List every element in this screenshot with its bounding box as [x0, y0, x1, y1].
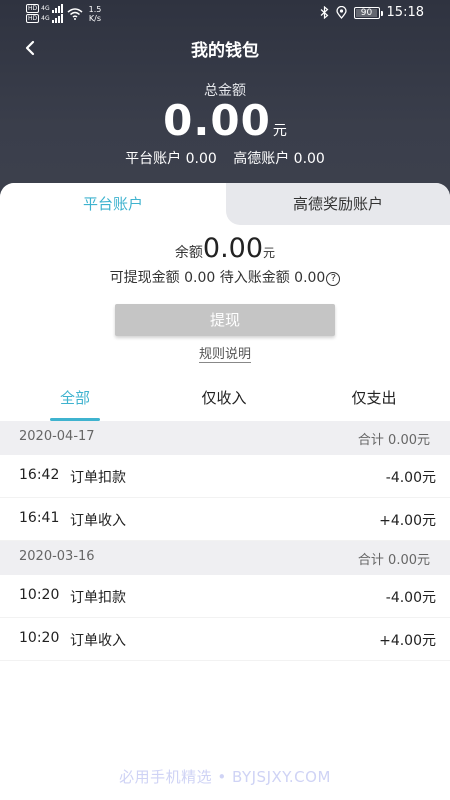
- tab-gaode-reward-account[interactable]: 高德奖励账户: [226, 183, 450, 225]
- platform-account-balance: 平台账户 0.00: [125, 151, 217, 167]
- battery-level: 90: [360, 7, 373, 18]
- signal-icon: [51, 14, 63, 23]
- date-group-header: 2020-04-17 合计 0.00元: [0, 421, 450, 455]
- account-tabs: 平台账户 高德奖励账户: [0, 183, 450, 225]
- transaction-amount: +4.00元: [379, 633, 436, 649]
- transaction-row[interactable]: 16:41 订单收入 +4.00元: [0, 498, 450, 541]
- transaction-amount: -4.00元: [385, 590, 436, 606]
- filter-tabs: 全部 仅收入 仅支出: [0, 383, 450, 421]
- network-speed: 1.5 K/s: [89, 5, 102, 23]
- help-icon[interactable]: ?: [326, 272, 341, 286]
- tab-all-label: 全部: [59, 389, 90, 407]
- transaction-description: 订单扣款: [70, 590, 126, 606]
- transaction-description: 订单扣款: [70, 470, 126, 486]
- sim1-indicator: HD 4G: [26, 4, 63, 13]
- transaction-row[interactable]: 16:42 订单扣款 -4.00元: [0, 455, 450, 498]
- group-total: 合计 0.00元: [357, 553, 430, 568]
- tab-all[interactable]: 全部: [27, 383, 123, 421]
- total-amount: 0.00 元: [0, 96, 450, 145]
- sub-account-balances: 平台账户 0.00 高德账户 0.00: [0, 148, 450, 168]
- balance-display: 余额0.00元: [0, 233, 450, 264]
- gaode-account-balance: 高德账户 0.00: [233, 151, 325, 167]
- transaction-time: 10:20: [19, 630, 60, 646]
- transaction-description: 订单收入: [70, 513, 126, 529]
- status-right: 90 15:18: [320, 5, 424, 20]
- date-group-header: 2020-03-16 合计 0.00元: [0, 541, 450, 575]
- transaction-amount: -4.00元: [385, 470, 436, 486]
- network-speed-unit: K/s: [88, 13, 102, 23]
- bluetooth-icon: [320, 6, 328, 19]
- sim2-network-label: 4G: [41, 15, 50, 22]
- withdraw-button[interactable]: 提现: [115, 304, 335, 336]
- wifi-icon: [67, 7, 83, 20]
- balance-label: 余额: [174, 245, 203, 261]
- group-date: 2020-03-16: [19, 549, 95, 564]
- transaction-amount: +4.00元: [379, 513, 436, 529]
- rules-link[interactable]: 规则说明: [198, 347, 251, 363]
- transaction-time: 16:42: [19, 467, 60, 483]
- total-amount-value: 0.00: [163, 96, 271, 145]
- tab-platform-account[interactable]: 平台账户: [0, 183, 226, 225]
- signal-icon: [51, 4, 63, 13]
- balance-unit: 元: [263, 246, 276, 260]
- transaction-row[interactable]: 10:20 订单扣款 -4.00元: [0, 575, 450, 618]
- status-left: HD 4G HD 4G 1.5 K/s: [26, 4, 101, 23]
- account-card: 平台账户 高德奖励账户 余额0.00元 可提现金额 0.00 待入账金额 0.0…: [0, 183, 450, 663]
- sim1-hd-badge: HD: [26, 4, 40, 13]
- tab-income-only[interactable]: 仅收入: [176, 383, 272, 421]
- tab-income-only-label: 仅收入: [201, 389, 247, 407]
- transaction-list: 2020-04-17 合计 0.00元 16:42 订单扣款 -4.00元 16…: [0, 421, 450, 661]
- sim1-network-label: 4G: [41, 5, 50, 12]
- withdrawable-amount: 可提现金额 0.00: [109, 270, 216, 286]
- pending-amount: 待入账金额 0.00: [219, 270, 326, 286]
- transaction-time: 16:41: [19, 510, 60, 526]
- battery-icon: 90: [353, 6, 383, 19]
- nav-bar: 我的钱包: [0, 26, 450, 68]
- page-title: 我的钱包: [191, 41, 259, 61]
- sim-indicators: HD 4G HD 4G: [26, 4, 63, 23]
- transaction-time: 10:20: [19, 587, 60, 603]
- tab-expense-only[interactable]: 仅支出: [326, 383, 422, 421]
- total-amount-unit: 元: [272, 123, 287, 139]
- transaction-row[interactable]: 10:20 订单收入 +4.00元: [0, 618, 450, 661]
- status-time: 15:18: [386, 5, 424, 20]
- sim2-indicator: HD 4G: [26, 14, 63, 23]
- wallet-header: HD 4G HD 4G 1.5 K/s 90 15:18 我的钱包 总金额 0.…: [0, 0, 450, 210]
- rules-description: 规则说明: [0, 343, 450, 363]
- balance-value: 0.00: [202, 233, 264, 264]
- group-date: 2020-04-17: [19, 429, 95, 444]
- transaction-description: 订单收入: [70, 633, 126, 649]
- status-bar: HD 4G HD 4G 1.5 K/s 90 15:18: [0, 0, 450, 26]
- group-total: 合计 0.00元: [357, 433, 430, 448]
- sim2-hd-badge: HD: [26, 14, 40, 23]
- location-icon: [335, 6, 347, 19]
- balance-details: 可提现金额 0.00 待入账金额 0.00?: [0, 267, 450, 287]
- watermark: 必用手机精选 • BYJSJXY.COM: [119, 768, 331, 786]
- network-speed-value: 1.5: [88, 4, 102, 14]
- tab-expense-only-label: 仅支出: [351, 389, 397, 407]
